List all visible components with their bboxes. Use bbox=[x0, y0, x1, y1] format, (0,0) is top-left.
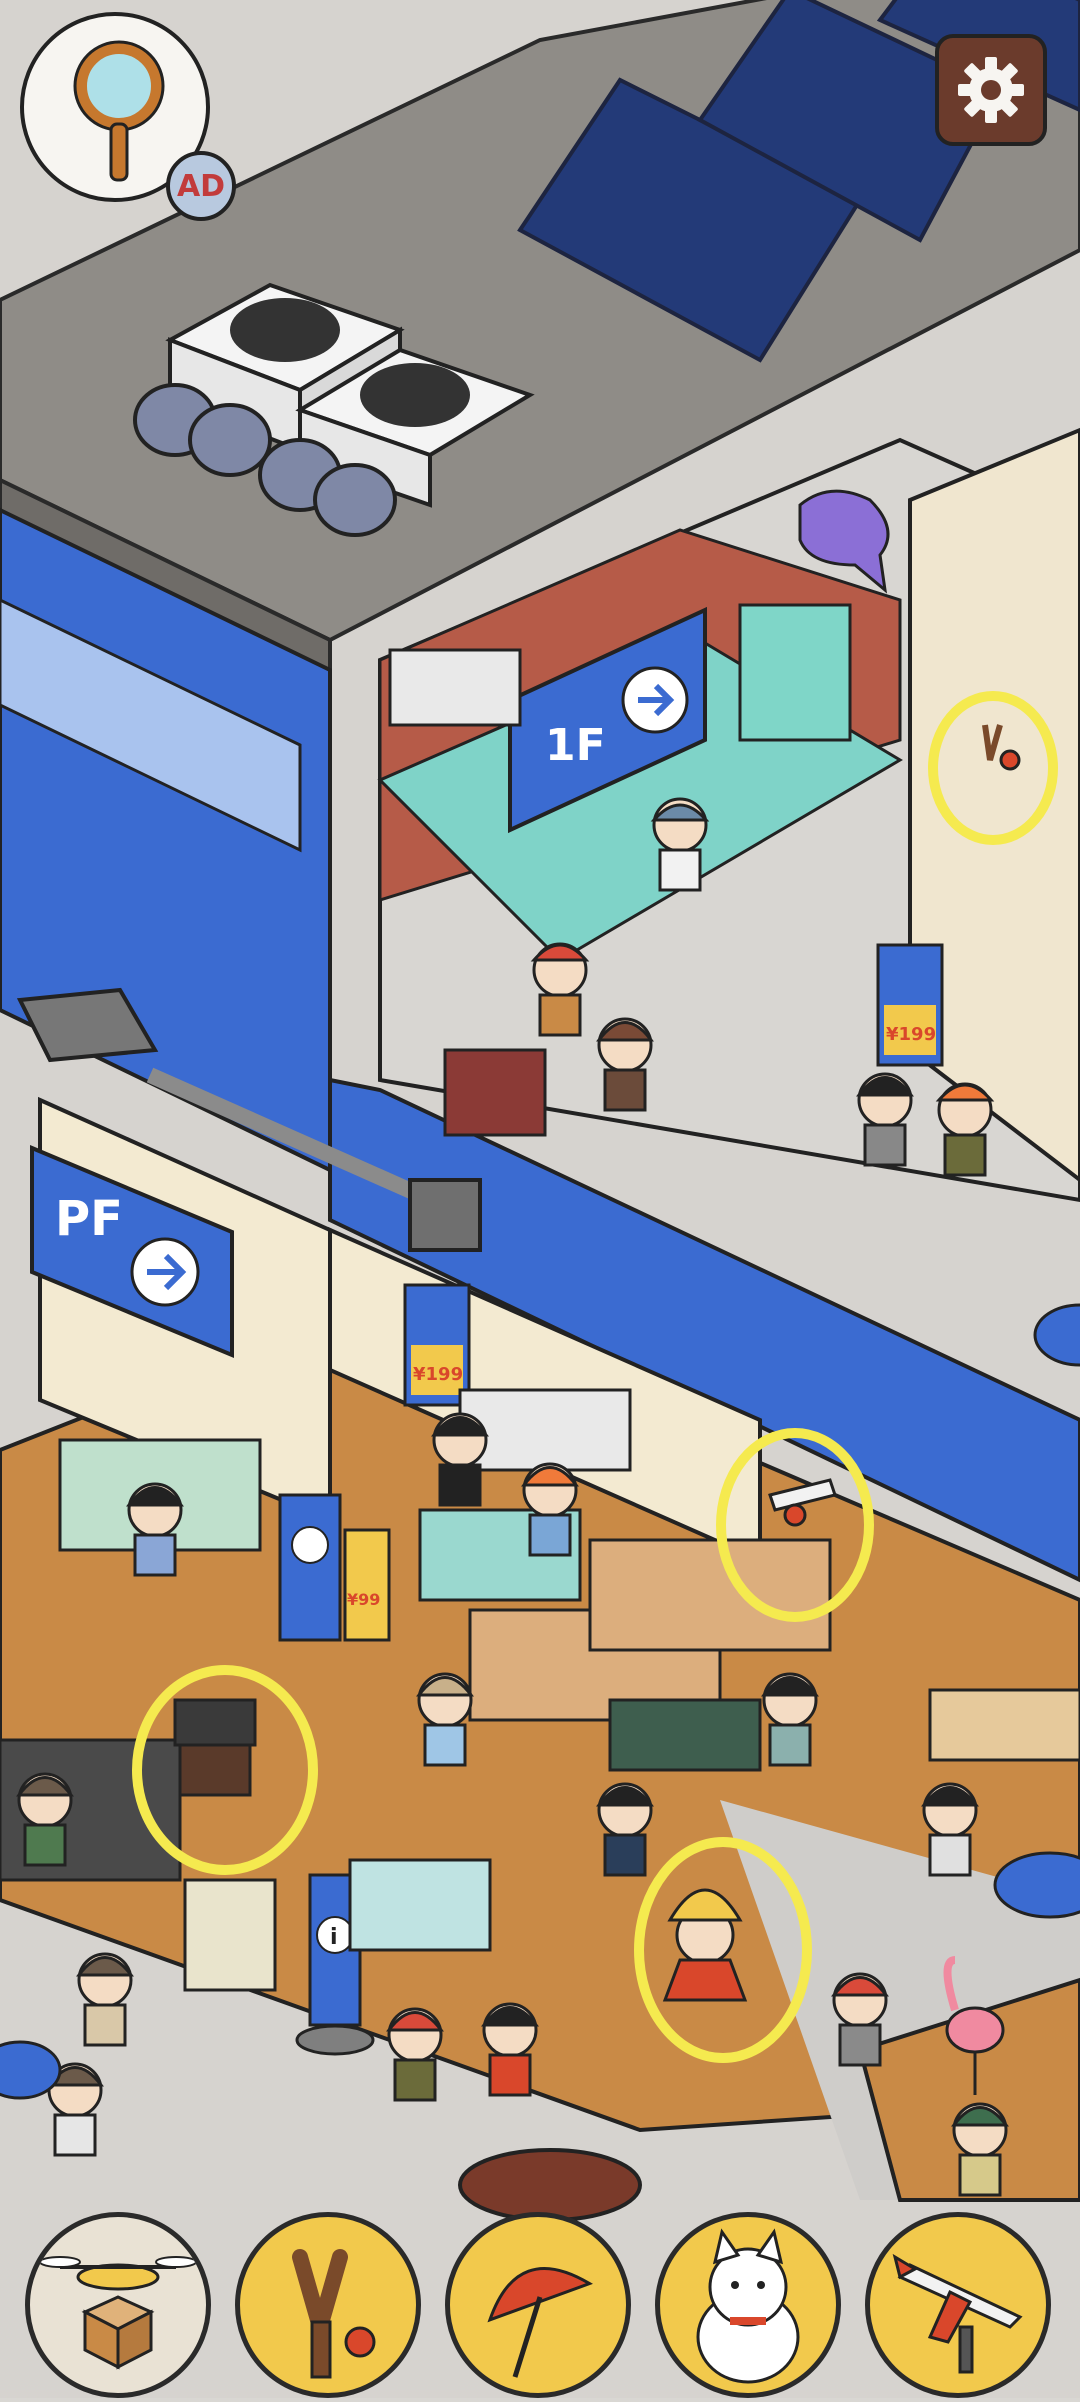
game-scene[interactable]: 1F PF ¥199 ¥199 ¥99 i bbox=[0, 0, 1080, 2398]
svg-text:¥199: ¥199 bbox=[886, 1024, 936, 1045]
settings-button[interactable] bbox=[935, 34, 1047, 146]
svg-text:PF: PF bbox=[55, 1191, 123, 1247]
ad-badge: AD bbox=[166, 151, 236, 221]
svg-text:1F: 1F bbox=[545, 720, 606, 771]
green-table bbox=[608, 1698, 762, 1772]
toolbar-item-drone-delivery[interactable] bbox=[25, 2212, 211, 2398]
red-umbrella-icon bbox=[487, 2267, 593, 2378]
svg-text:¥99: ¥99 bbox=[347, 1590, 380, 1609]
arrow-pillar-sign bbox=[278, 1493, 342, 1642]
price-tag-1: ¥199 bbox=[876, 943, 944, 1067]
isometric-mall-scene[interactable]: 1F PF ¥199 ¥199 ¥99 i bbox=[0, 0, 1080, 2398]
toolbar-item-umbrella[interactable] bbox=[445, 2212, 631, 2398]
side-cabinet bbox=[928, 1688, 1080, 1762]
gear-icon bbox=[958, 57, 1024, 123]
price-tag-2: ¥199 bbox=[403, 1283, 471, 1407]
price-tag-3: ¥99 bbox=[343, 1528, 391, 1642]
airplane-icon bbox=[892, 2253, 1023, 2374]
drone-box-icon bbox=[39, 2256, 197, 2370]
toolbar-item-slingshot[interactable] bbox=[235, 2212, 421, 2398]
blue-dresser bbox=[348, 1858, 492, 1952]
hint-button[interactable]: AD bbox=[20, 12, 236, 221]
cat-icon bbox=[696, 2228, 800, 2384]
stove bbox=[388, 648, 522, 727]
vending-machine bbox=[183, 1878, 277, 1992]
toolbar-item-lucky-cat[interactable] bbox=[655, 2212, 841, 2398]
direction-bubble-left[interactable] bbox=[0, 2040, 62, 2100]
drawers-2 bbox=[588, 1538, 832, 1652]
sewing-machine[interactable] bbox=[173, 1698, 257, 1797]
svg-text:i: i bbox=[330, 1925, 338, 1950]
svg-text:¥199: ¥199 bbox=[413, 1364, 463, 1385]
toolbar-item-airplane[interactable] bbox=[865, 2212, 1051, 2398]
fridge bbox=[738, 603, 852, 742]
vending-lockers bbox=[443, 1048, 547, 1137]
slingshot-icon bbox=[292, 2249, 376, 2379]
